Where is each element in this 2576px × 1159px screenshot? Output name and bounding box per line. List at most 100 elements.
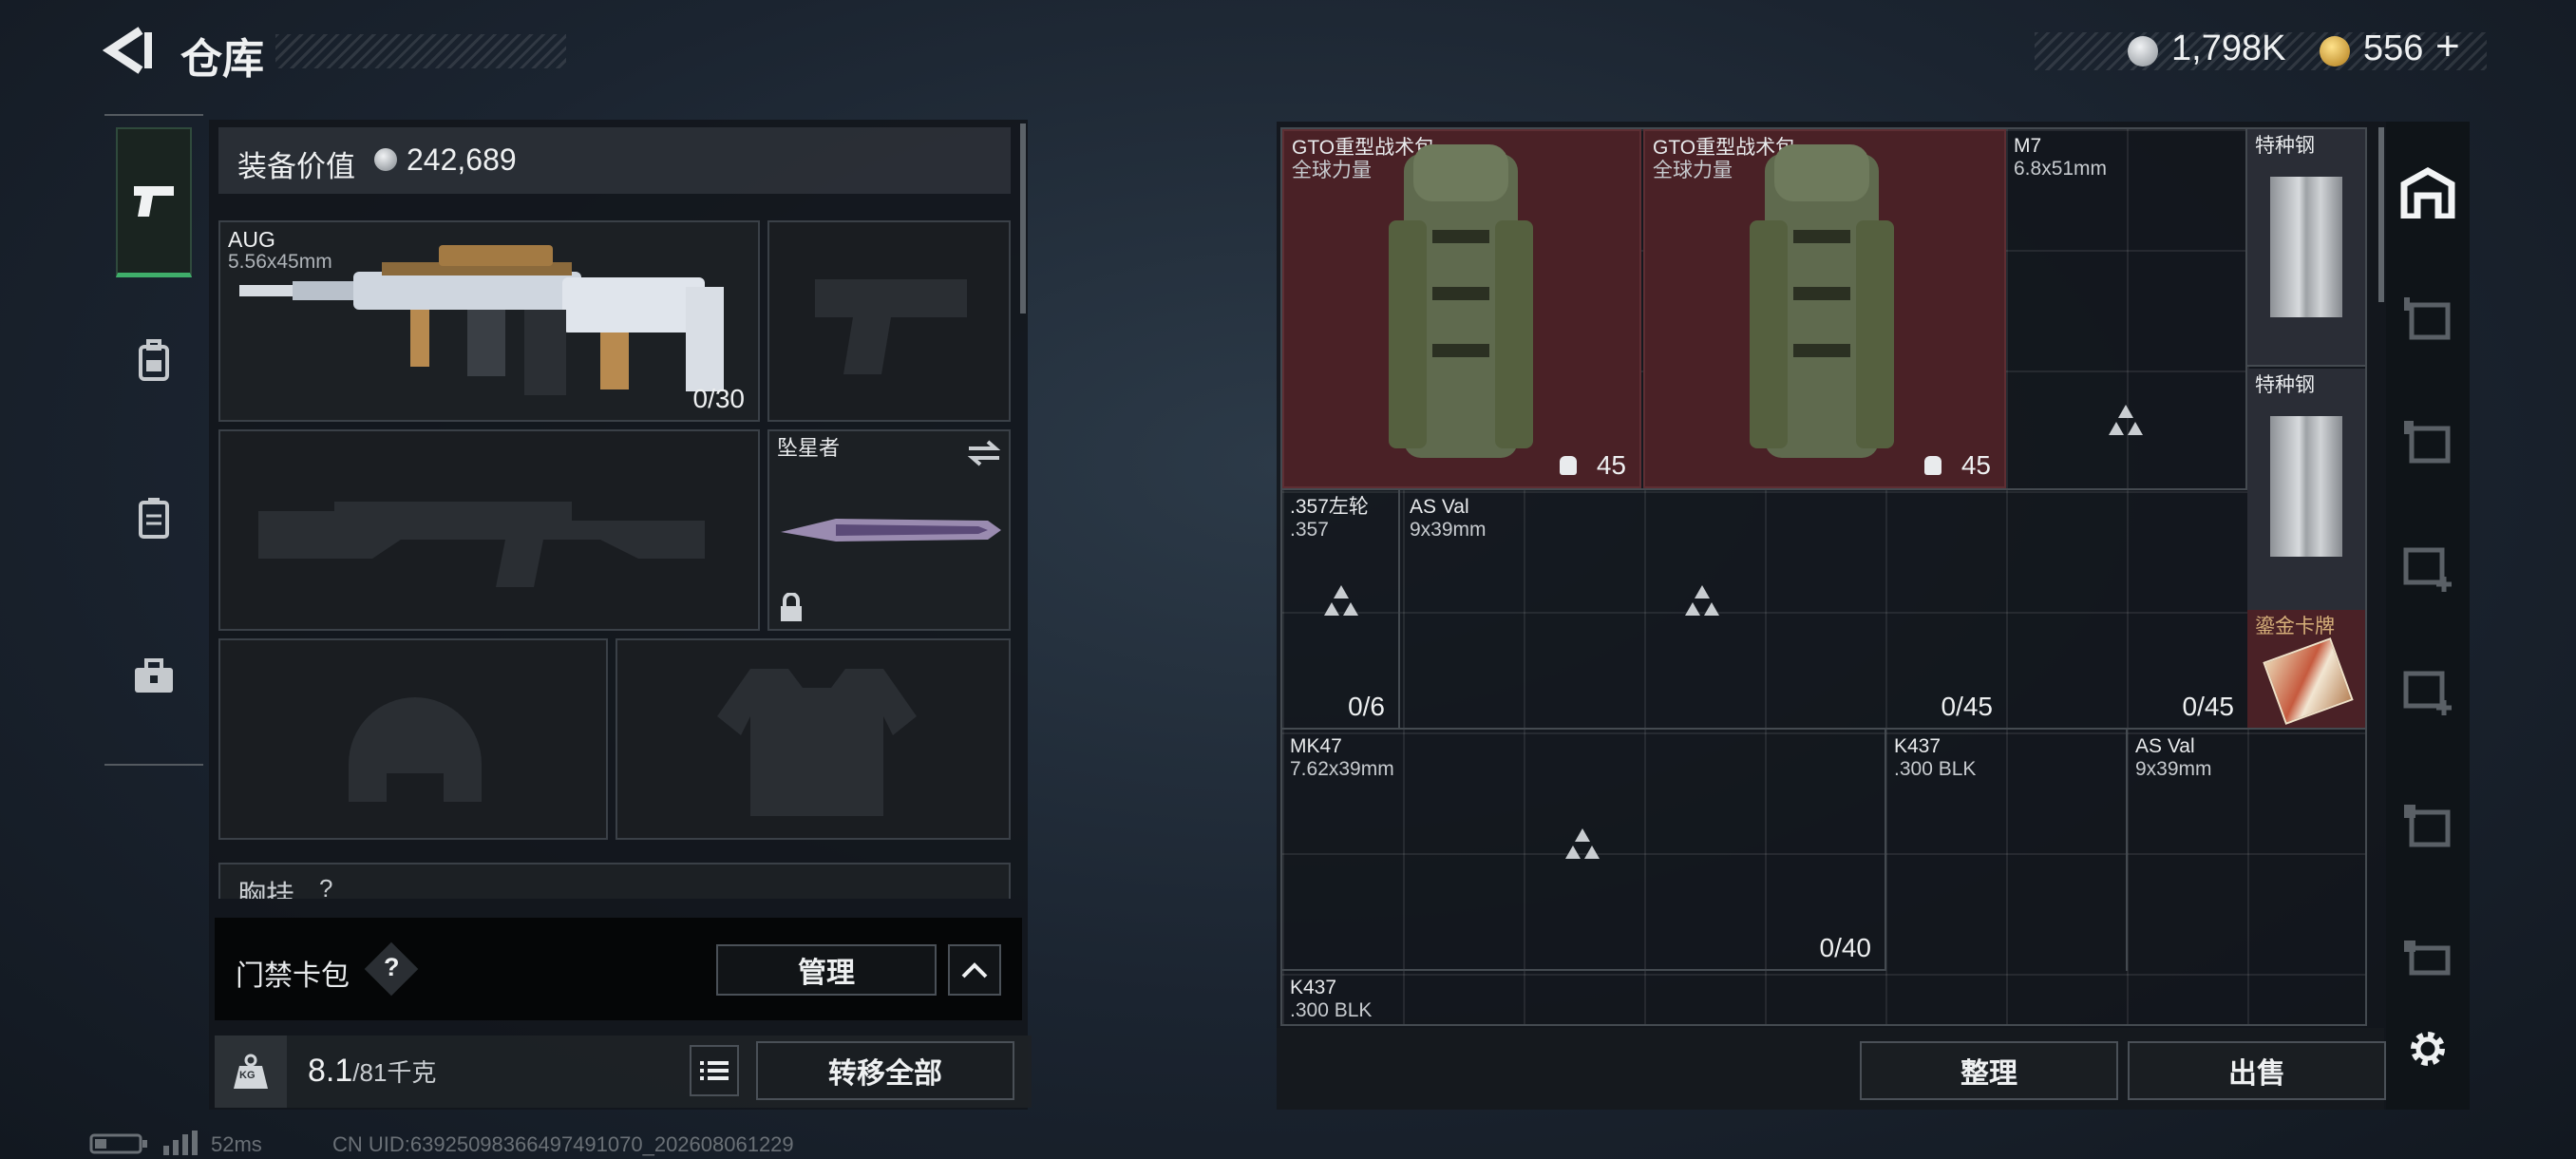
gold-coin-icon — [2320, 36, 2350, 66]
storage-tab-4[interactable] — [2397, 798, 2458, 859]
weight-value: 8.1/81千克 — [308, 1053, 436, 1090]
backpack-image — [1750, 144, 1894, 458]
rifle-silhouette-icon — [258, 502, 705, 587]
item-sub: .300 BLK — [1290, 999, 1373, 1021]
chest-rig-help-icon[interactable]: ? — [319, 874, 332, 899]
category-tab-container[interactable] — [123, 488, 184, 549]
item-name: MK47 — [1290, 735, 1342, 757]
item-capacity: 45 — [1960, 450, 1991, 480]
stash-item-as-val-2[interactable]: AS Val 9x39mm — [2128, 730, 2365, 971]
weight-max: /81千克 — [352, 1058, 437, 1087]
item-sub: .300 BLK — [1894, 758, 1977, 780]
stash-item-m7[interactable]: M7 6.8x51mm — [2006, 129, 2247, 488]
storage-page-icon — [2404, 940, 2451, 976]
stash-item-special-steel-2[interactable]: 特种钢 — [2247, 369, 2365, 610]
stash-item-backpack-2[interactable]: GTO重型战术包 全球力量 45 — [1643, 129, 2006, 488]
helmet-silhouette-icon — [349, 697, 482, 802]
sell-button[interactable]: 出售 — [2128, 1041, 2386, 1100]
empty-weapon-icon — [1565, 828, 1600, 859]
stash-item-as-val-1[interactable]: AS Val 9x39mm 0/45 — [1402, 490, 2006, 728]
uid-text: CN UID:63925098366497491070_202608061229 — [332, 1132, 794, 1156]
melee-slot[interactable]: 坠星者 — [767, 429, 1011, 631]
container-icon — [139, 498, 169, 539]
storage-page-icon — [2404, 421, 2451, 464]
silver-currency: 1,798K — [2171, 28, 2286, 68]
gear-icon — [2411, 1032, 2445, 1066]
category-tab-weapons[interactable] — [116, 127, 192, 277]
item-ammo: 0/6 — [1348, 692, 1385, 721]
empty-weapon-icon — [2109, 405, 2143, 435]
signal-icon — [163, 1130, 198, 1155]
item-ammo: 0/45 — [2182, 692, 2235, 721]
capacity-icon — [1560, 456, 1577, 475]
add-gold-button[interactable]: + — [2435, 23, 2460, 70]
item-name: .357左轮 — [1290, 496, 1369, 518]
stash-item-revolver[interactable]: .357左轮 .357 0/6 — [1282, 490, 1400, 728]
secondary-weapon-slot[interactable] — [218, 429, 760, 631]
stash-item-m7-ammo: 0/45 — [2006, 490, 2247, 728]
battery-icon — [89, 1133, 147, 1154]
stash-item-gilded-card[interactable]: 鎏金卡牌 — [2247, 610, 2365, 730]
item-name: AS Val — [2135, 735, 2195, 757]
primary-weapon-slot[interactable]: AUG 5.56x45mm 0/30 — [218, 220, 760, 422]
add-storage-icon — [2403, 547, 2452, 592]
storage-page-icon — [2404, 805, 2451, 847]
steel-image — [2270, 177, 2342, 317]
storage-tab-1[interactable] — [2397, 291, 2458, 352]
item-sub: .357 — [1290, 519, 1329, 541]
keycard-collapse-button[interactable] — [948, 944, 1001, 996]
item-sub: 7.62x39mm — [1290, 758, 1394, 780]
sidearm-slot[interactable] — [767, 220, 1011, 422]
weight-current: 8.1 — [308, 1053, 353, 1089]
settings-button[interactable] — [2397, 1018, 2458, 1079]
keycard-help-text: ? — [384, 953, 400, 981]
storage-tab-3[interactable] — [2397, 927, 2458, 988]
storage-add-1[interactable] — [2397, 538, 2458, 598]
title-decoration — [275, 34, 566, 68]
item-name: 鎏金卡牌 — [2255, 616, 2335, 637]
stash-scrollbar[interactable] — [2378, 127, 2384, 302]
chest-rig-label: 胸挂 — [237, 881, 294, 899]
stash-item-special-steel-1[interactable]: 特种钢 — [2247, 129, 2365, 367]
storage-add-2[interactable] — [2397, 661, 2458, 722]
list-view-button[interactable] — [690, 1045, 739, 1096]
add-storage-icon — [2403, 671, 2452, 715]
swap-icon[interactable] — [967, 439, 1001, 467]
aug-rifle-image — [239, 245, 724, 395]
storage-tab-main[interactable] — [2386, 162, 2470, 224]
stash-row-divider — [1282, 488, 2247, 490]
transfer-all-button[interactable]: 转移全部 — [756, 1041, 1014, 1100]
helmet-slot[interactable] — [218, 638, 608, 840]
chest-rig-slot[interactable]: 胸挂 ? — [218, 863, 1011, 899]
silver-coin-icon — [2128, 36, 2158, 66]
weight-icon-text: KG — [239, 1070, 256, 1081]
item-name: 特种钢 — [2255, 135, 2315, 157]
page-title: 仓库 — [180, 36, 264, 83]
stash-item-k437-1[interactable]: K437 .300 BLK — [1886, 730, 2128, 971]
keycard-manage-button[interactable]: 管理 — [716, 944, 937, 996]
loadout-scrollbar[interactable] — [1020, 124, 1026, 314]
stash-item-k437-2[interactable]: K437 .300 BLK — [1282, 971, 1524, 1026]
steel-image — [2270, 416, 2342, 557]
item-sub: 6.8x51mm — [2014, 158, 2108, 180]
item-name: 特种钢 — [2255, 374, 2315, 396]
backpack-image — [1389, 144, 1533, 458]
chevron-up-icon — [961, 962, 988, 978]
stash-item-backpack-1[interactable]: GTO重型战术包 全球力量 45 — [1282, 129, 1641, 488]
capacity-icon — [1924, 456, 1941, 475]
stash-item-mk47[interactable]: MK47 7.62x39mm 0/40 — [1282, 730, 1886, 971]
armor-slot[interactable] — [616, 638, 1011, 840]
sort-button[interactable]: 整理 — [1860, 1041, 2118, 1100]
category-tab-backpack[interactable] — [123, 331, 184, 391]
ping-text: 52ms — [211, 1132, 262, 1156]
storage-tab-2[interactable] — [2397, 414, 2458, 475]
item-name: K437 — [1894, 735, 1941, 757]
back-button[interactable] — [102, 25, 156, 76]
equipment-value: 242,689 — [407, 142, 517, 177]
backpack-icon — [139, 339, 169, 381]
category-tab-toolbox[interactable] — [123, 646, 184, 707]
lock-icon — [781, 593, 802, 621]
empty-weapon-icon — [1324, 585, 1358, 616]
pistol-icon — [134, 185, 174, 217]
back-arrow-icon — [102, 27, 152, 74]
